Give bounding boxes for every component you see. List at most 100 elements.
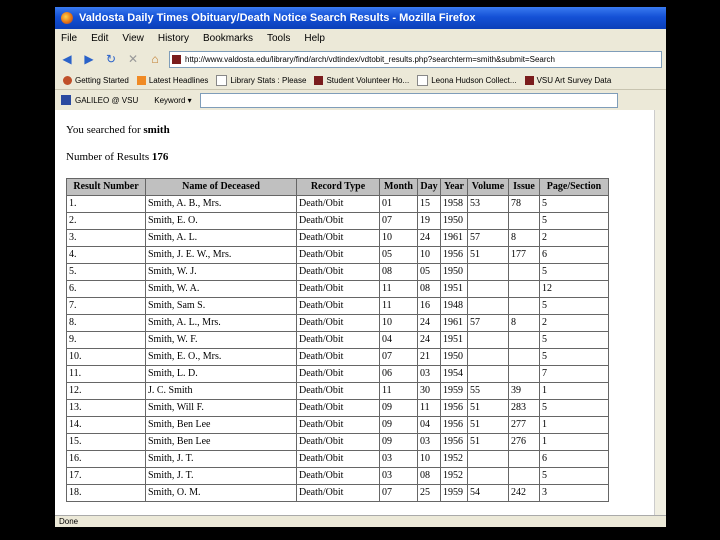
table-cell: 6 [539, 246, 609, 264]
page-icon [216, 74, 228, 86]
reload-icon[interactable]: ↻ [103, 51, 119, 67]
table-cell: 5 [539, 331, 609, 349]
table-row: 4. Smith, J. E. W., Mrs. Death/Obit 05 10 195… [66, 246, 609, 264]
table-cell: 11. [66, 365, 146, 383]
forward-arrow-icon[interactable]: ▶ [81, 51, 97, 67]
table-cell: Smith, E. O. [145, 212, 297, 230]
table-cell: 4. [66, 246, 146, 264]
table-cell: Smith, A. L., Mrs. [145, 314, 297, 332]
browser-window: Valdosta Daily Times Obituary/Death Noti… [55, 7, 666, 527]
table-cell: Death/Obit [296, 348, 380, 366]
bookmark-leona-hudson[interactable]: Leona Hudson Collect... [417, 74, 517, 86]
bookmark-vsu-art-survey[interactable]: VSU Art Survey Data [524, 75, 611, 85]
table-cell: 11 [417, 399, 441, 417]
menu-help[interactable]: Help [304, 33, 325, 44]
table-cell: 03 [379, 467, 418, 485]
menu-file[interactable]: File [61, 33, 77, 44]
bookmark-student-volunteer[interactable]: Student Volunteer Ho... [314, 75, 409, 85]
window-title: Valdosta Daily Times Obituary/Death Noti… [79, 12, 476, 24]
table-cell: 2. [66, 212, 146, 230]
table-row: 16. Smith, J. T. Death/Obit 03 10 1952 6 [66, 450, 609, 468]
bookmark-latest-headlines[interactable]: Latest Headlines [136, 75, 208, 85]
back-arrow-icon[interactable]: ◀ [59, 51, 75, 67]
table-row: 18. Smith, O. M. Death/Obit 07 25 1959 54 242 3 [66, 484, 609, 502]
table-cell [467, 212, 509, 230]
col-result-number: Result Number [66, 178, 146, 196]
search-term: smith [143, 124, 170, 136]
table-cell: Smith, E. O., Mrs. [145, 348, 297, 366]
table-cell: Smith, Ben Lee [145, 433, 297, 451]
table-cell [508, 263, 540, 281]
keyword-dropdown[interactable]: Keyword ▾ [154, 96, 191, 105]
table-header-row: Result Number Name of Deceased Record Ty… [66, 178, 609, 196]
results-summary: Number of Results 176 [66, 151, 169, 163]
table-cell: Smith, J. E. W., Mrs. [145, 246, 297, 264]
home-icon[interactable]: ⌂ [147, 51, 163, 67]
table-cell [508, 331, 540, 349]
table-cell: 2 [539, 229, 609, 247]
col-month: Month [379, 178, 418, 196]
table-row: 7. Smith, Sam S. Death/Obit 11 16 1948 5 [66, 297, 609, 315]
table-cell: Smith, A. L. [145, 229, 297, 247]
table-cell: Death/Obit [296, 450, 380, 468]
menu-edit[interactable]: Edit [91, 33, 108, 44]
table-cell: 3 [539, 484, 609, 502]
table-cell: 1956 [440, 433, 468, 451]
table-cell: 5 [539, 195, 609, 213]
table-cell: 177 [508, 246, 540, 264]
table-cell: 51 [467, 433, 509, 451]
table-cell: 54 [467, 484, 509, 502]
bookmark-getting-started[interactable]: Getting Started [63, 75, 129, 85]
table-cell: 8. [66, 314, 146, 332]
stop-icon[interactable]: ✕ [125, 51, 141, 67]
galileo-label[interactable]: GALILEO @ VSU [75, 96, 138, 105]
table-cell: 1954 [440, 365, 468, 383]
table-cell: Smith, O. M. [145, 484, 297, 502]
table-cell [508, 450, 540, 468]
table-cell: 14. [66, 416, 146, 434]
table-cell [467, 450, 509, 468]
table-cell: 11 [379, 297, 418, 315]
table-cell: 39 [508, 382, 540, 400]
table-row: 13. Smith, Will F. Death/Obit 09 11 1956 51 283… [66, 399, 609, 417]
table-cell: J. C. Smith [145, 382, 297, 400]
table-cell: Death/Obit [296, 331, 380, 349]
table-cell: 09 [379, 416, 418, 434]
galileo-logo-icon [61, 95, 71, 105]
table-cell: 12 [539, 280, 609, 298]
table-cell: 11 [379, 382, 418, 400]
table-cell [467, 365, 509, 383]
table-cell: 07 [379, 348, 418, 366]
table-cell: 55 [467, 382, 509, 400]
menu-bookmarks[interactable]: Bookmarks [203, 33, 253, 44]
vertical-scrollbar[interactable] [654, 110, 666, 515]
table-cell: 276 [508, 433, 540, 451]
table-cell: 242 [508, 484, 540, 502]
table-cell [467, 297, 509, 315]
table-cell: 07 [379, 484, 418, 502]
status-bar: Done [55, 515, 666, 527]
table-row: 5. Smith, W. J. Death/Obit 08 05 1950 5 [66, 263, 609, 281]
table-cell: 8 [508, 229, 540, 247]
table-cell: 1956 [440, 246, 468, 264]
table-cell: 2 [539, 314, 609, 332]
table-cell: 11 [379, 280, 418, 298]
table-cell: 283 [508, 399, 540, 417]
table-cell: 09 [379, 399, 418, 417]
menu-history[interactable]: History [158, 33, 189, 44]
menu-tools[interactable]: Tools [267, 33, 290, 44]
site-favicon-icon [172, 54, 181, 64]
menu-view[interactable]: View [122, 33, 144, 44]
table-cell: Death/Obit [296, 297, 380, 315]
table-cell: 5 [539, 467, 609, 485]
table-cell: 5. [66, 263, 146, 281]
status-text: Done [59, 517, 79, 526]
toolbar-search-input[interactable] [199, 92, 618, 108]
bookmark-library-stats[interactable]: Library Stats : Please [216, 74, 306, 86]
table-cell: 1. [66, 195, 146, 213]
table-cell: 10 [379, 314, 418, 332]
table-cell: Smith, W. A. [145, 280, 297, 298]
table-cell: Smith, Will F. [145, 399, 297, 417]
url-bar[interactable]: http://www.valdosta.edu/library/find/arc… [169, 50, 662, 68]
bookmarks-toolbar: Getting Started Latest Headlines Library… [55, 71, 666, 90]
